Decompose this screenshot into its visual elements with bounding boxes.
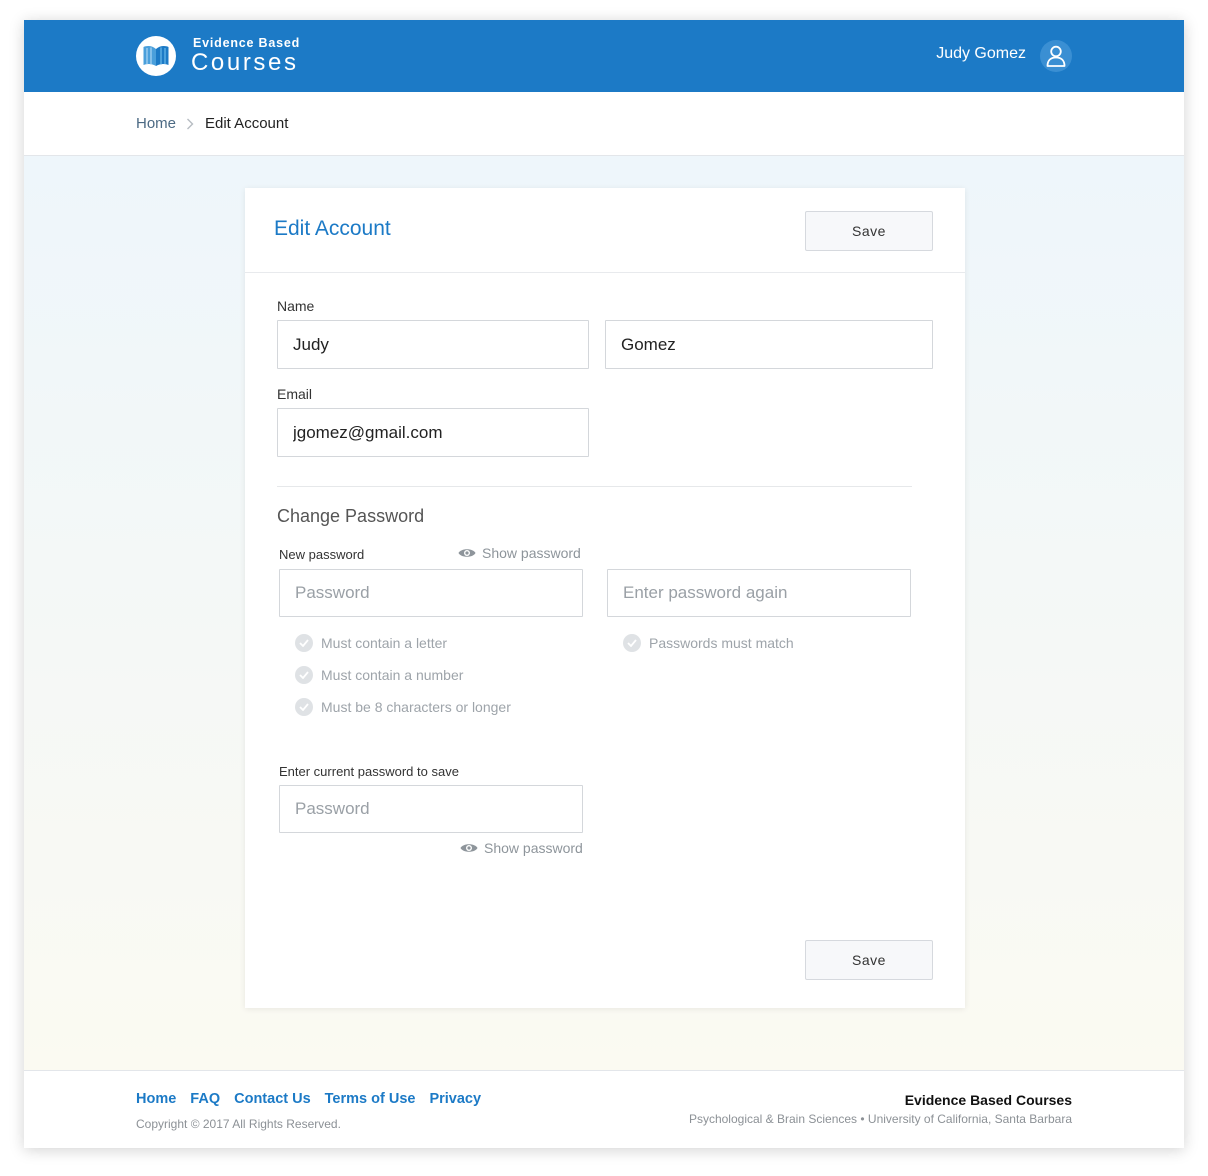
save-button-top[interactable]: Save [805,211,933,251]
change-password-title: Change Password [277,506,425,526]
current-password-label: Enter current password to save [279,764,459,779]
new-password-field[interactable] [279,569,583,617]
name-label: Name [277,298,315,314]
page-title: Edit Account [274,217,391,240]
open-book-icon [143,46,169,66]
section-divider [277,486,912,487]
confirm-password-field[interactable] [607,569,911,617]
footer-link-faq[interactable]: FAQ [190,1091,220,1107]
rule-text: Must contain a letter [321,635,448,651]
rule-text: Passwords must match [649,635,794,651]
footer-link-terms[interactable]: Terms of Use [325,1091,416,1107]
email-label: Email [277,386,313,402]
check-circle-icon [299,639,309,647]
show-password-label: Show password [482,545,581,561]
footer-link-privacy[interactable]: Privacy [429,1091,481,1107]
app-window: Evidence Based Courses Judy Gomez Home E… [24,20,1184,1148]
rule-text: Must be 8 characters or longer [321,699,511,715]
save-button-bottom[interactable]: Save [805,940,933,980]
footer-brand: Evidence Based Courses [904,1092,1072,1108]
top-navbar: Evidence Based Courses Judy Gomez [24,20,1184,92]
footer-link-contact[interactable]: Contact Us [234,1091,311,1107]
footer-links: Home FAQ Contact Us Terms of Use Privacy [136,1091,495,1107]
avatar[interactable] [1040,40,1072,72]
edit-account-card: Edit Account Save Name Email Change Pass… [245,188,965,1008]
current-password-field[interactable] [279,785,583,833]
check-circle-icon [627,639,637,647]
check-circle-icon [299,671,309,679]
card-header: Edit Account Save [245,188,965,273]
eye-icon [460,844,478,852]
last-name-field[interactable] [605,320,933,369]
footer-subtitle: Psychological & Brain Sciences • Univers… [688,1112,1072,1126]
breadcrumb-current: Edit Account [205,115,289,132]
user-icon [1046,45,1066,67]
check-circle-icon [299,703,309,711]
breadcrumb-home-link[interactable]: Home [136,115,176,132]
show-current-password-toggle[interactable]: Show password [460,840,586,858]
logo[interactable] [136,36,176,76]
show-password-label: Show password [484,840,583,856]
chevron-right-icon [187,118,194,130]
main-content: Edit Account Save Name Email Change Pass… [24,156,1184,1070]
eye-icon [458,549,476,557]
password-rule-length: Must be 8 characters or longer [295,698,555,716]
footer-link-home[interactable]: Home [136,1091,176,1107]
password-rule-letter: Must contain a letter [295,634,535,652]
brand-tagline: Evidence Based [193,36,301,50]
user-name[interactable]: Judy Gomez [884,45,1026,63]
password-rule-number: Must contain a number [295,666,535,684]
email-field[interactable] [277,408,589,457]
rule-text: Must contain a number [321,667,464,683]
show-new-password-toggle[interactable]: Show password [458,545,584,563]
breadcrumb: Home Edit Account [24,92,1184,156]
footer: Home FAQ Contact Us Terms of Use Privacy Cop… [24,1070,1184,1148]
brand-name: Courses [191,49,299,76]
password-rule-match: Passwords must match [623,634,843,652]
first-name-field[interactable] [277,320,589,369]
copyright: Copyright © 2017 All Rights Reserved. [136,1117,341,1131]
new-password-label: New password [279,547,365,562]
